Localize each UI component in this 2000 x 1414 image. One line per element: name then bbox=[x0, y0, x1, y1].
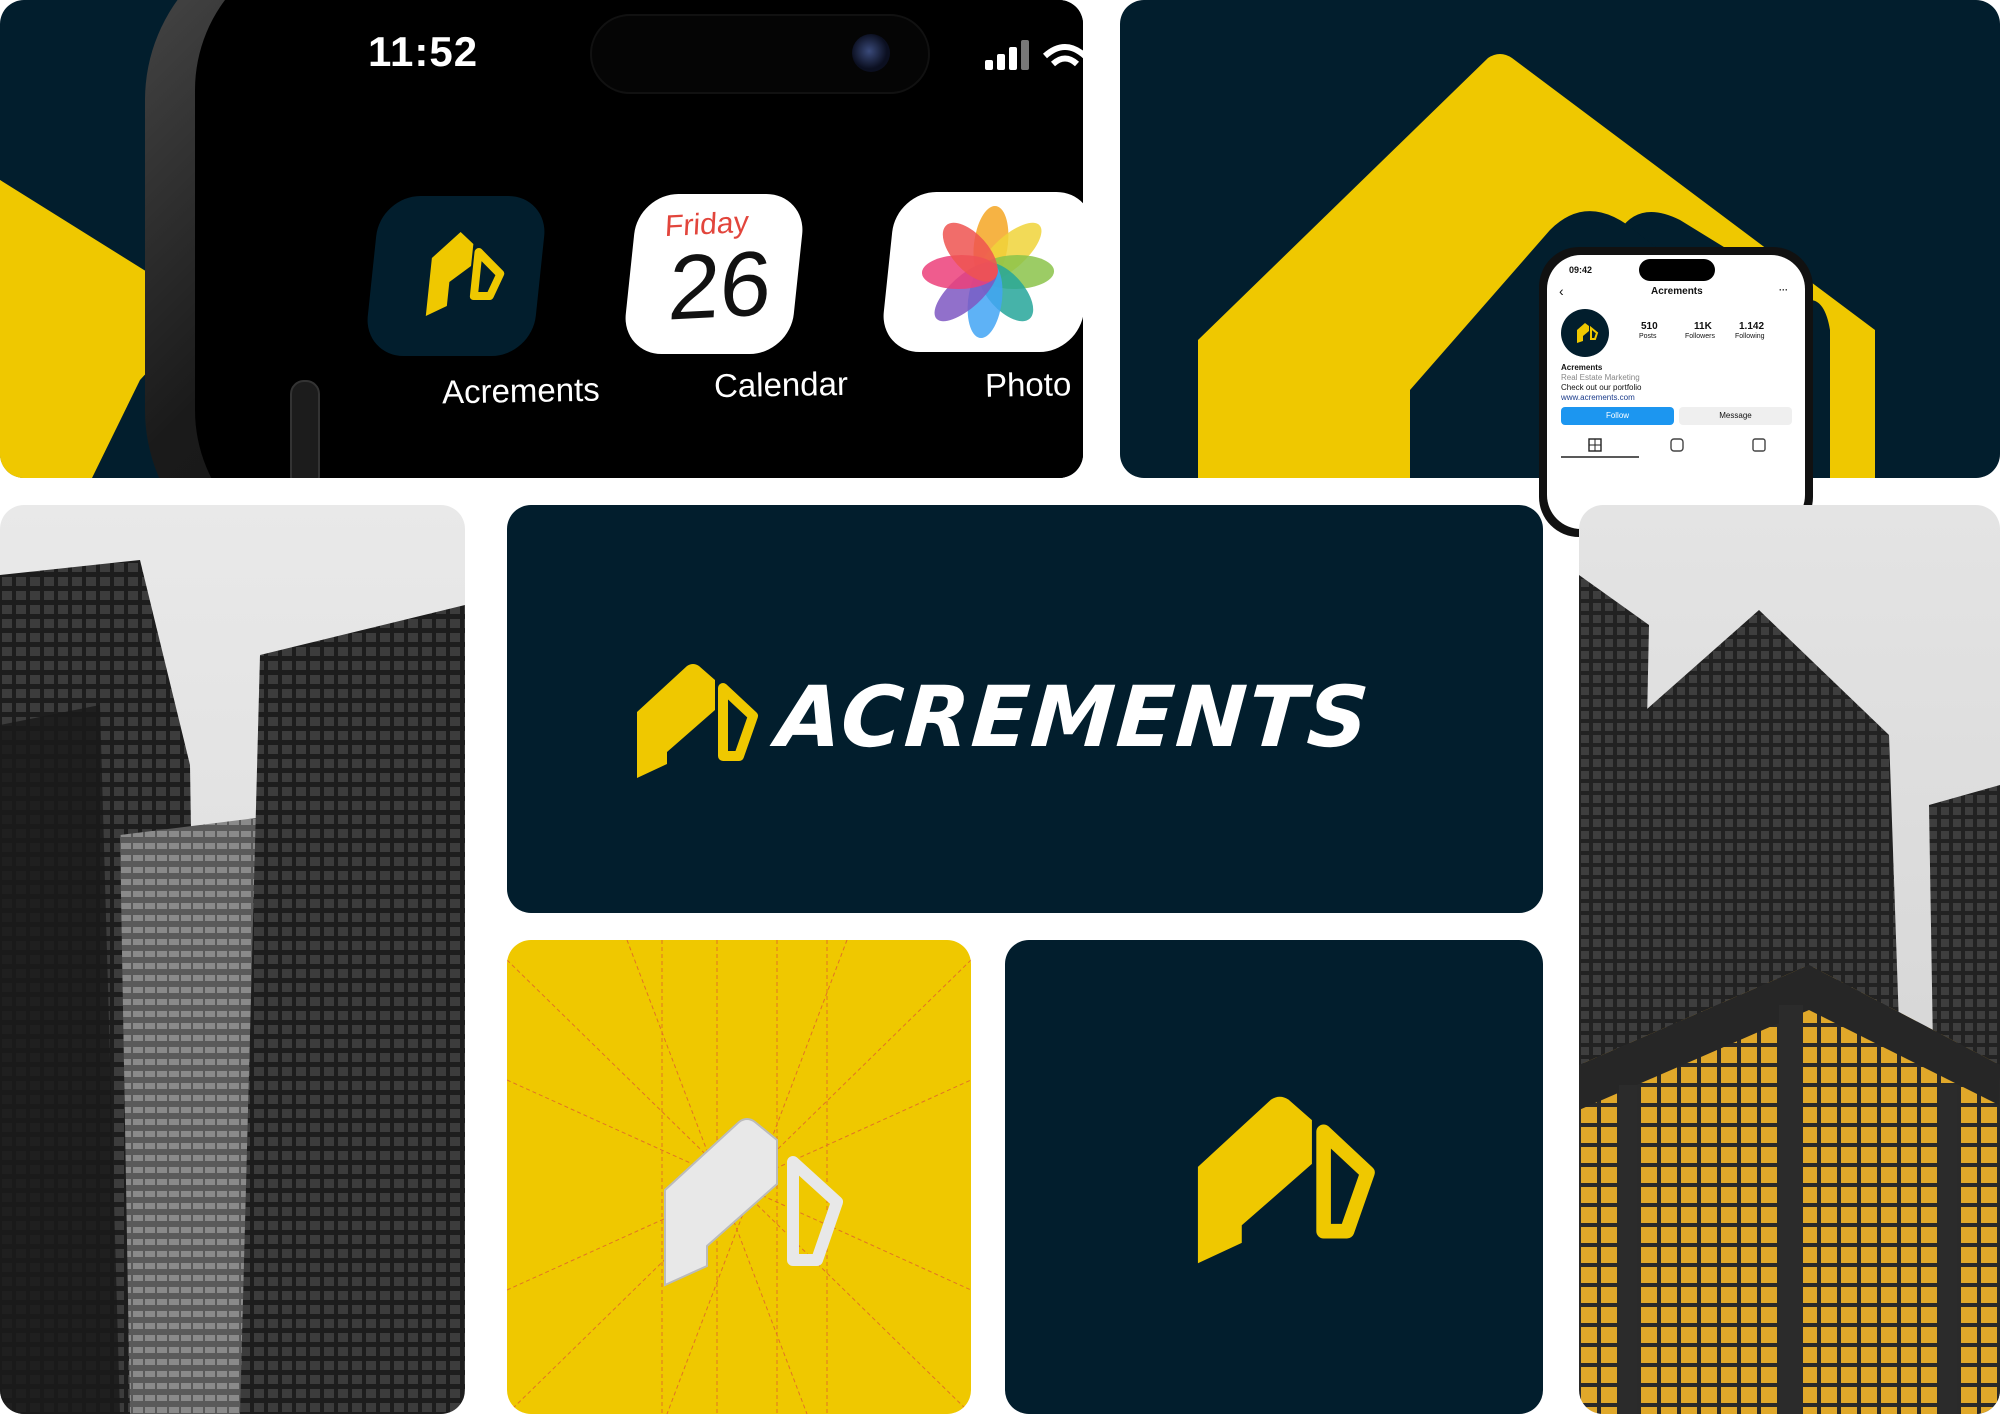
stat-followers-value: 11K bbox=[1694, 321, 1712, 332]
stat-following-value: 1.142 bbox=[1739, 321, 1765, 332]
profile-website-link[interactable]: www.acrements.com bbox=[1561, 393, 1635, 402]
stat-posts-value: 510 bbox=[1641, 321, 1658, 332]
profile-category: Real Estate Marketing bbox=[1561, 373, 1640, 382]
profile-bio: Check out our portfolio bbox=[1561, 383, 1642, 392]
logo-construction-tile bbox=[507, 940, 971, 1414]
acrements-app-icon[interactable] bbox=[363, 196, 549, 356]
phone-homescreen-tile: 11:52 Acrements Friday 26 Calendar Photo bbox=[0, 0, 1083, 478]
logo-mark-tile bbox=[1005, 940, 1543, 1414]
app-label-calendar: Calendar bbox=[713, 364, 849, 405]
back-chevron-icon[interactable]: ‹ bbox=[1559, 283, 1564, 299]
calendar-day: 26 bbox=[665, 232, 774, 340]
photos-icon bbox=[921, 206, 1055, 338]
grid-tab-icon[interactable] bbox=[1588, 438, 1602, 452]
more-options-icon[interactable]: ··· bbox=[1779, 285, 1788, 295]
phone-side-button bbox=[290, 380, 320, 478]
instagram-phone-mockup: 09:42 ‹ Acrements ··· 510 Posts 11K Foll… bbox=[1539, 247, 1813, 537]
app-label-photo: Photo bbox=[984, 365, 1072, 404]
mini-status-time: 09:42 bbox=[1569, 265, 1593, 275]
acrements-logo-icon bbox=[637, 664, 758, 778]
skyscrapers-photo-right bbox=[1579, 505, 2000, 1414]
skyscrapers-bw-image bbox=[0, 560, 465, 1414]
follow-button[interactable]: Follow bbox=[1561, 407, 1674, 425]
skyscrapers-photo-left bbox=[0, 505, 465, 1414]
acrements-logo-icon bbox=[1197, 1096, 1375, 1264]
profile-name: Acrements bbox=[1561, 363, 1603, 372]
profile-avatar[interactable] bbox=[1561, 309, 1609, 357]
avatar-logo-icon bbox=[1577, 323, 1599, 343]
instagram-profile-screen: 09:42 ‹ Acrements ··· 510 Posts 11K Foll… bbox=[1547, 255, 1805, 529]
photos-app-icon[interactable] bbox=[879, 192, 1083, 352]
app-label-acrements: Acrements bbox=[441, 370, 601, 411]
message-button[interactable]: Message bbox=[1679, 407, 1792, 425]
camera-icon bbox=[852, 34, 890, 72]
reels-tab-icon[interactable] bbox=[1670, 438, 1684, 452]
profile-tab-bar bbox=[1561, 438, 1766, 458]
logo-grid-lines bbox=[507, 940, 971, 1414]
signal-wifi-icon bbox=[985, 40, 1083, 70]
tagged-tab-icon[interactable] bbox=[1752, 438, 1766, 452]
status-time: 11:52 bbox=[368, 28, 479, 75]
calendar-app-icon[interactable]: Friday 26 bbox=[621, 194, 807, 354]
skyscraper-yellow-lights-image bbox=[1579, 575, 2000, 1414]
instagram-username: Acrements bbox=[1651, 286, 1703, 297]
mini-dynamic-island bbox=[1639, 259, 1715, 281]
stat-following-label: Following bbox=[1735, 333, 1765, 340]
stat-followers-label: Followers bbox=[1685, 333, 1715, 340]
brand-wordmark: ACREMENTS bbox=[773, 668, 1374, 766]
acrements-logo-icon bbox=[425, 232, 505, 316]
stat-posts-label: Posts bbox=[1639, 333, 1657, 340]
